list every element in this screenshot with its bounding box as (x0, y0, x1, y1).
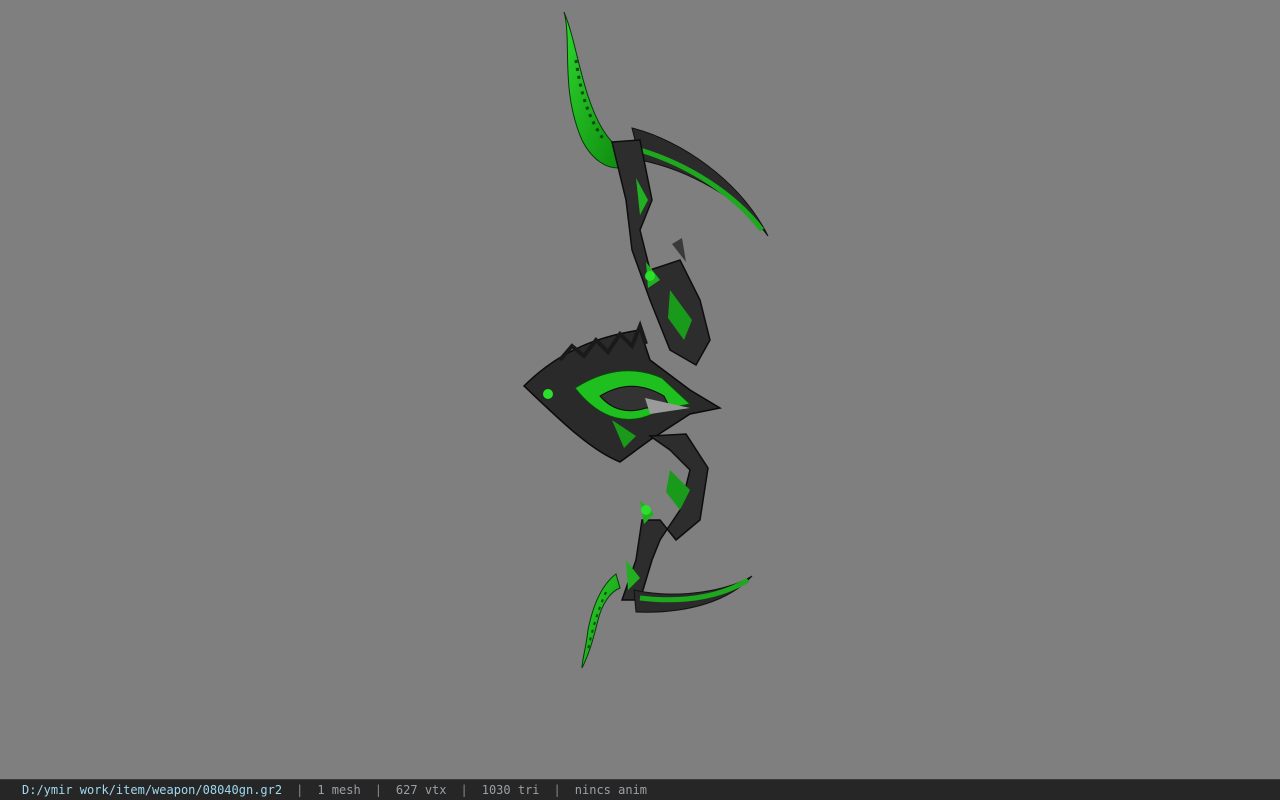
bow-weapon-model (522, 11, 769, 669)
separator: | (296, 783, 304, 797)
model-viewport[interactable] (0, 0, 1280, 779)
vertex-count: 627 vtx (395, 783, 447, 797)
status-bar: D:/ymir work/item/weapon/08040gn.gr2 | 1… (0, 779, 1280, 800)
separator: | (460, 783, 468, 797)
file-path: D:/ymir work/item/weapon/08040gn.gr2 (22, 783, 283, 797)
animation-status: nincs anim (574, 783, 648, 797)
lower-crescent-blade (633, 575, 753, 613)
triangle-count: 1030 tri (481, 783, 540, 797)
mesh-count: 1 mesh (317, 783, 361, 797)
upper-crescent-blade (631, 127, 769, 237)
lower-limb-body (620, 433, 709, 601)
lower-tip-blade (581, 573, 621, 669)
separator: | (553, 783, 561, 797)
separator: | (374, 783, 382, 797)
